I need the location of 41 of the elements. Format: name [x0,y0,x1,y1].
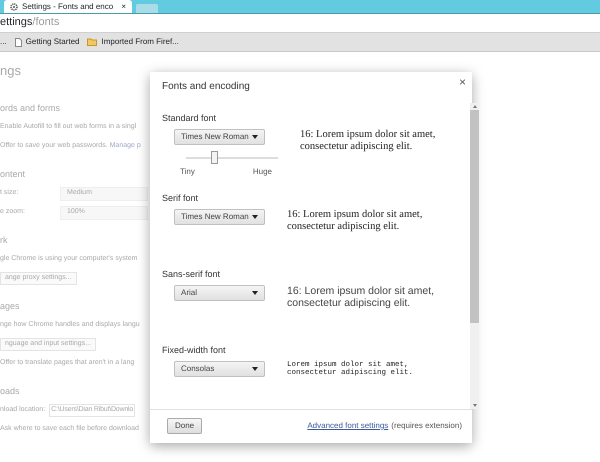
page-icon [14,38,22,46]
font-select[interactable]: Consolas [174,360,265,377]
caret-icon [252,366,258,371]
scrollbar[interactable] [470,103,479,409]
tiny-label: Tiny [180,166,195,176]
bookmark[interactable]: Imported From Firef... [101,37,179,47]
font-preview-text: 16: Lorem ipsum dolor sit amet, consectetur adipiscing elit. [300,128,436,154]
slider-thumb[interactable] [210,150,218,164]
caret-icon [252,290,258,295]
dialog-title: Fonts and encoding [162,81,250,94]
huge-label: Huge [252,166,272,176]
font-select[interactable]: Times New Roman [174,208,265,225]
font-preview-text: 16: Lorem ipsum dolor sit amet, consectetur adipiscing elit. [287,208,424,233]
caret-icon [252,214,258,219]
requires-extension-note: (requires extension) [391,421,462,431]
font-select[interactable]: Arial [174,284,265,301]
font-label: Standard font [162,113,216,124]
address-text[interactable]: ettings/fonts [0,16,60,30]
font-select[interactable]: Times New Roman [174,128,265,145]
settings-icon [10,2,18,10]
section-heading: oads [0,384,20,398]
font-preview-text: 16: Lorem ipsum dolor sit amet, consectetur adipiscing elit. [287,284,436,309]
page-title: ngs [0,62,21,80]
bookmarks-overflow[interactable]: ... [0,37,7,47]
advanced-font-settings-link[interactable]: Advanced font settings [307,421,388,431]
close-tab-icon[interactable]: × [121,2,126,12]
caret-icon [252,134,258,139]
section-heading: rk [0,234,8,247]
font-label: Sans-serif font [162,269,220,280]
tab-title: Settings - Fonts and enco [22,2,114,12]
folder-icon [87,38,98,46]
section-heading: ages [0,300,20,313]
bookmark[interactable]: Getting Started [26,37,80,47]
font-label: Fixed-width font [162,345,226,356]
section-heading: ords and forms [0,102,60,115]
section-heading: ontent [0,168,26,181]
browser-tab[interactable]: Settings - Fonts and enco × [4,0,132,13]
done-button[interactable]: Done [167,418,202,434]
size-slider[interactable] [186,150,278,165]
font-label: Serif font [162,193,198,204]
close-button[interactable]: × [458,75,466,90]
